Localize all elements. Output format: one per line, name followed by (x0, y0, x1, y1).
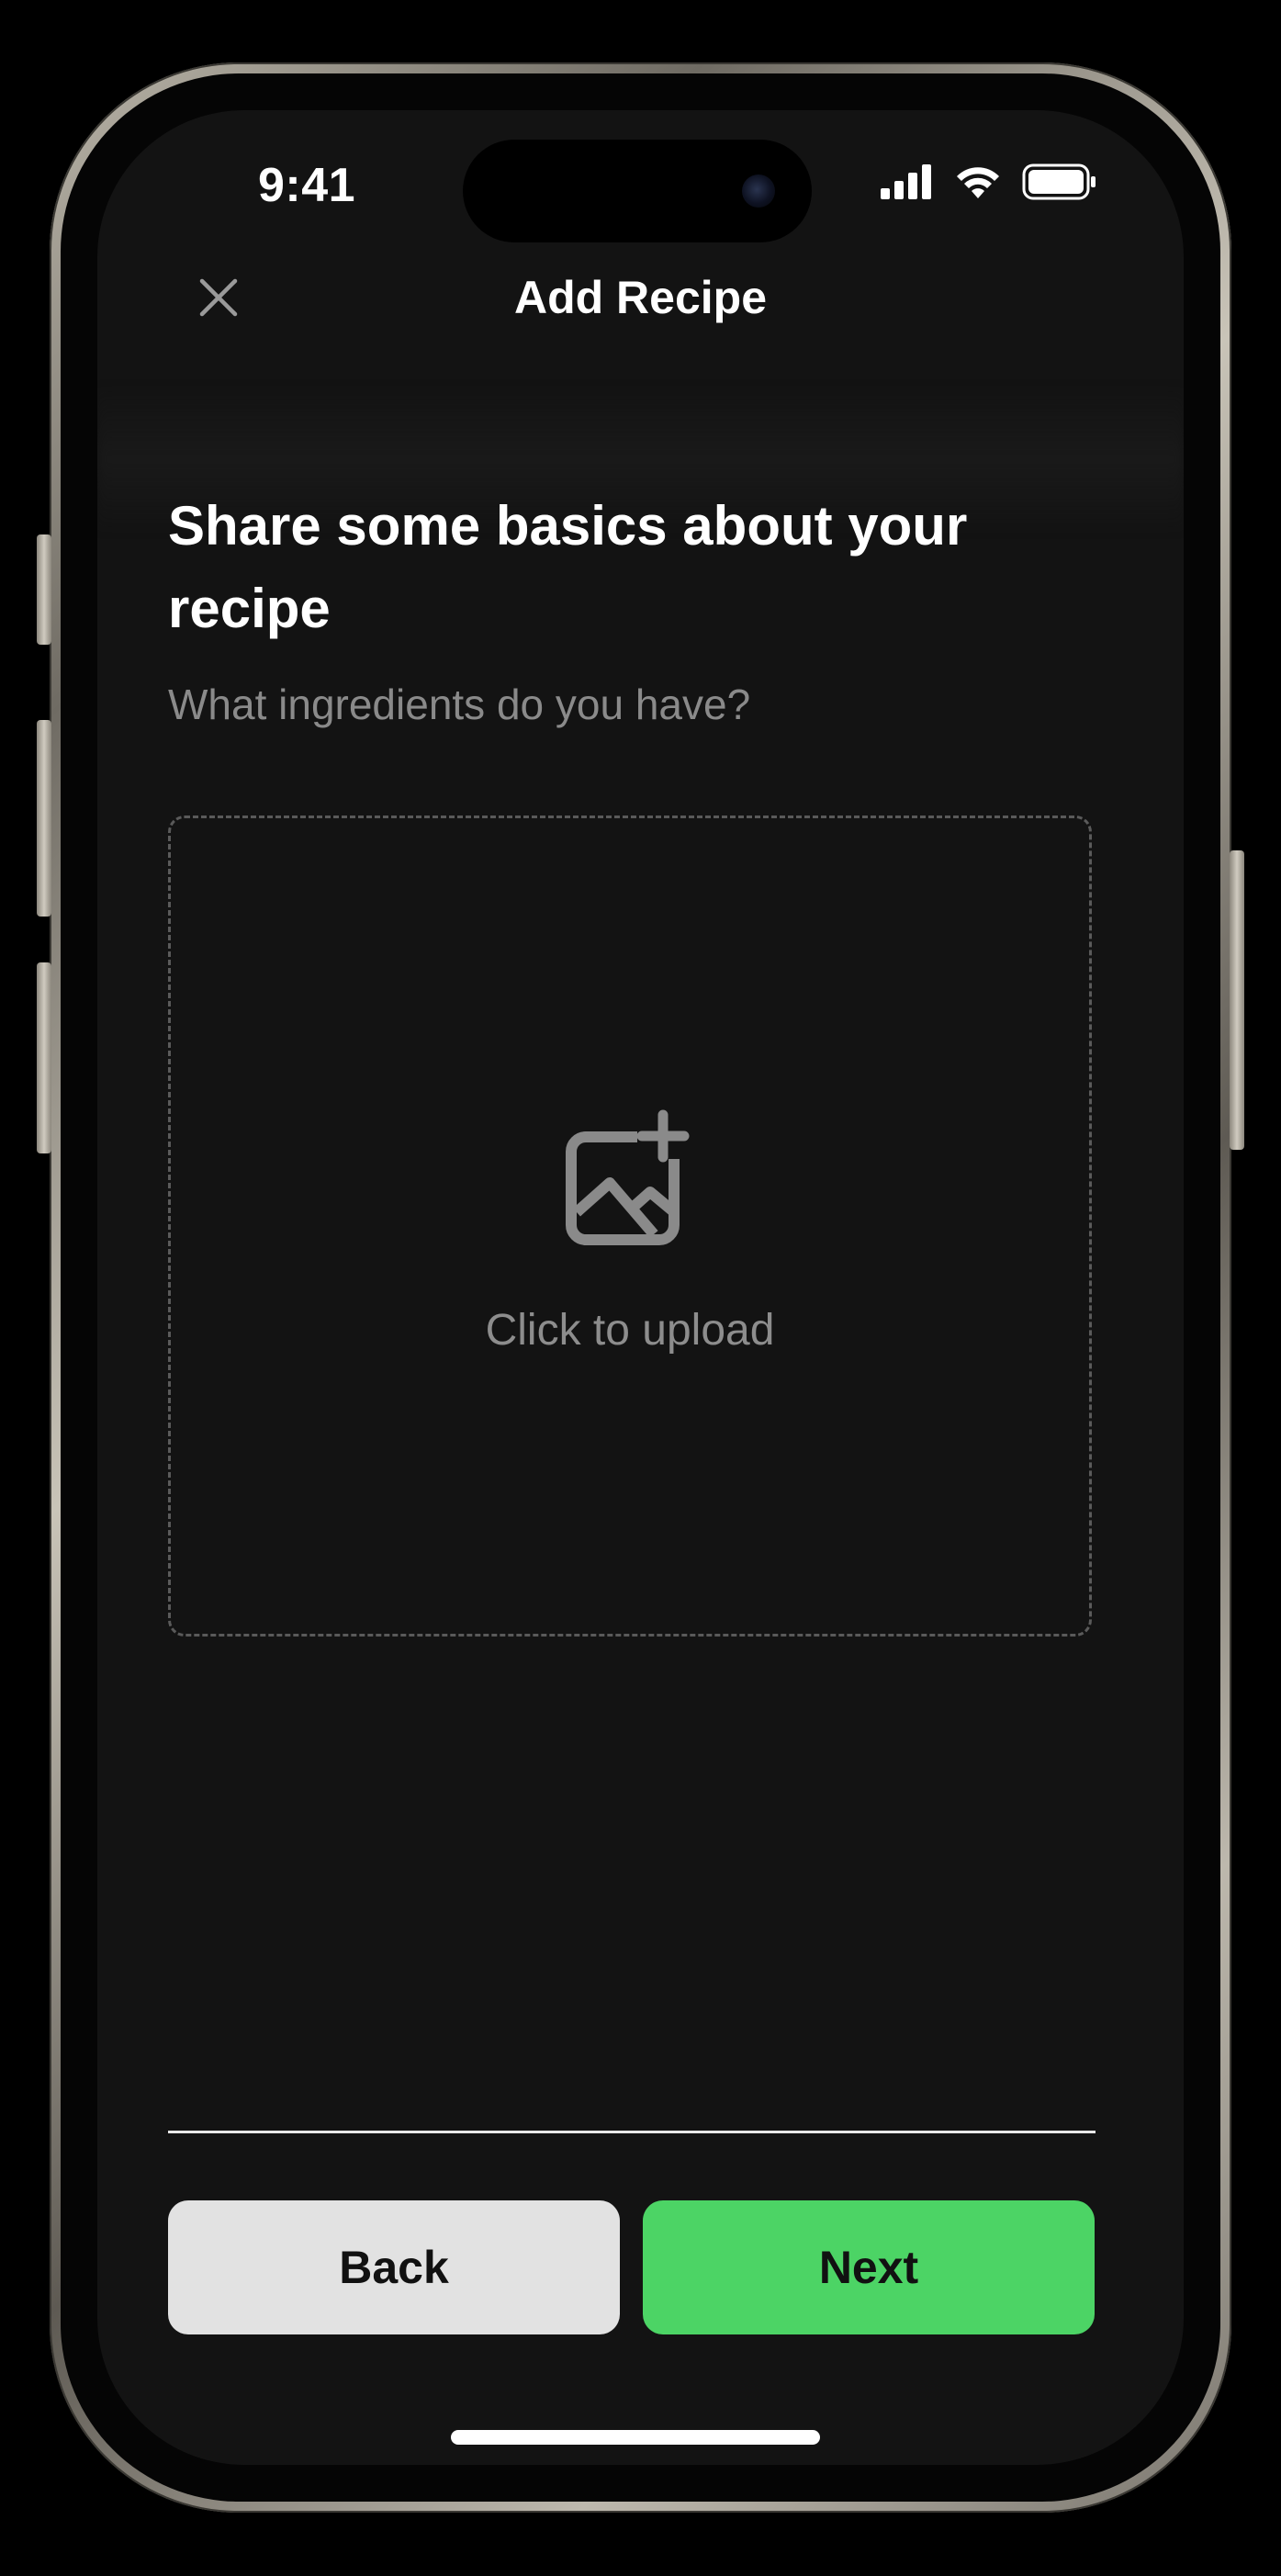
back-button[interactable]: Back (168, 2200, 620, 2334)
cellular-signal-icon (881, 164, 931, 199)
add-image-icon (566, 1109, 690, 1245)
dynamic-island (463, 140, 812, 242)
wifi-icon (957, 167, 999, 198)
action-button (37, 534, 51, 645)
footer-divider (168, 2131, 1096, 2133)
volume-down-button (37, 962, 51, 1153)
upload-label: Click to upload (485, 1306, 775, 1355)
home-indicator[interactable] (451, 2430, 820, 2445)
step-heading: Share some basics about your recipe (168, 495, 968, 639)
next-button[interactable]: Next (643, 2200, 1095, 2334)
front-camera (742, 174, 775, 208)
battery-icon (1022, 163, 1096, 200)
step-subheading: What ingredients do you have? (168, 681, 751, 728)
power-button (1230, 850, 1244, 1150)
volume-up-button (37, 720, 51, 917)
status-time: 9:41 (257, 159, 356, 212)
device-mockup: 9:41 Add Recipe Share some basics about … (0, 0, 1281, 2576)
status-icons (881, 162, 1097, 202)
page-title: Add Recipe (513, 272, 768, 323)
app-screen: 9:41 Add Recipe Share some basics about … (97, 110, 1184, 2465)
